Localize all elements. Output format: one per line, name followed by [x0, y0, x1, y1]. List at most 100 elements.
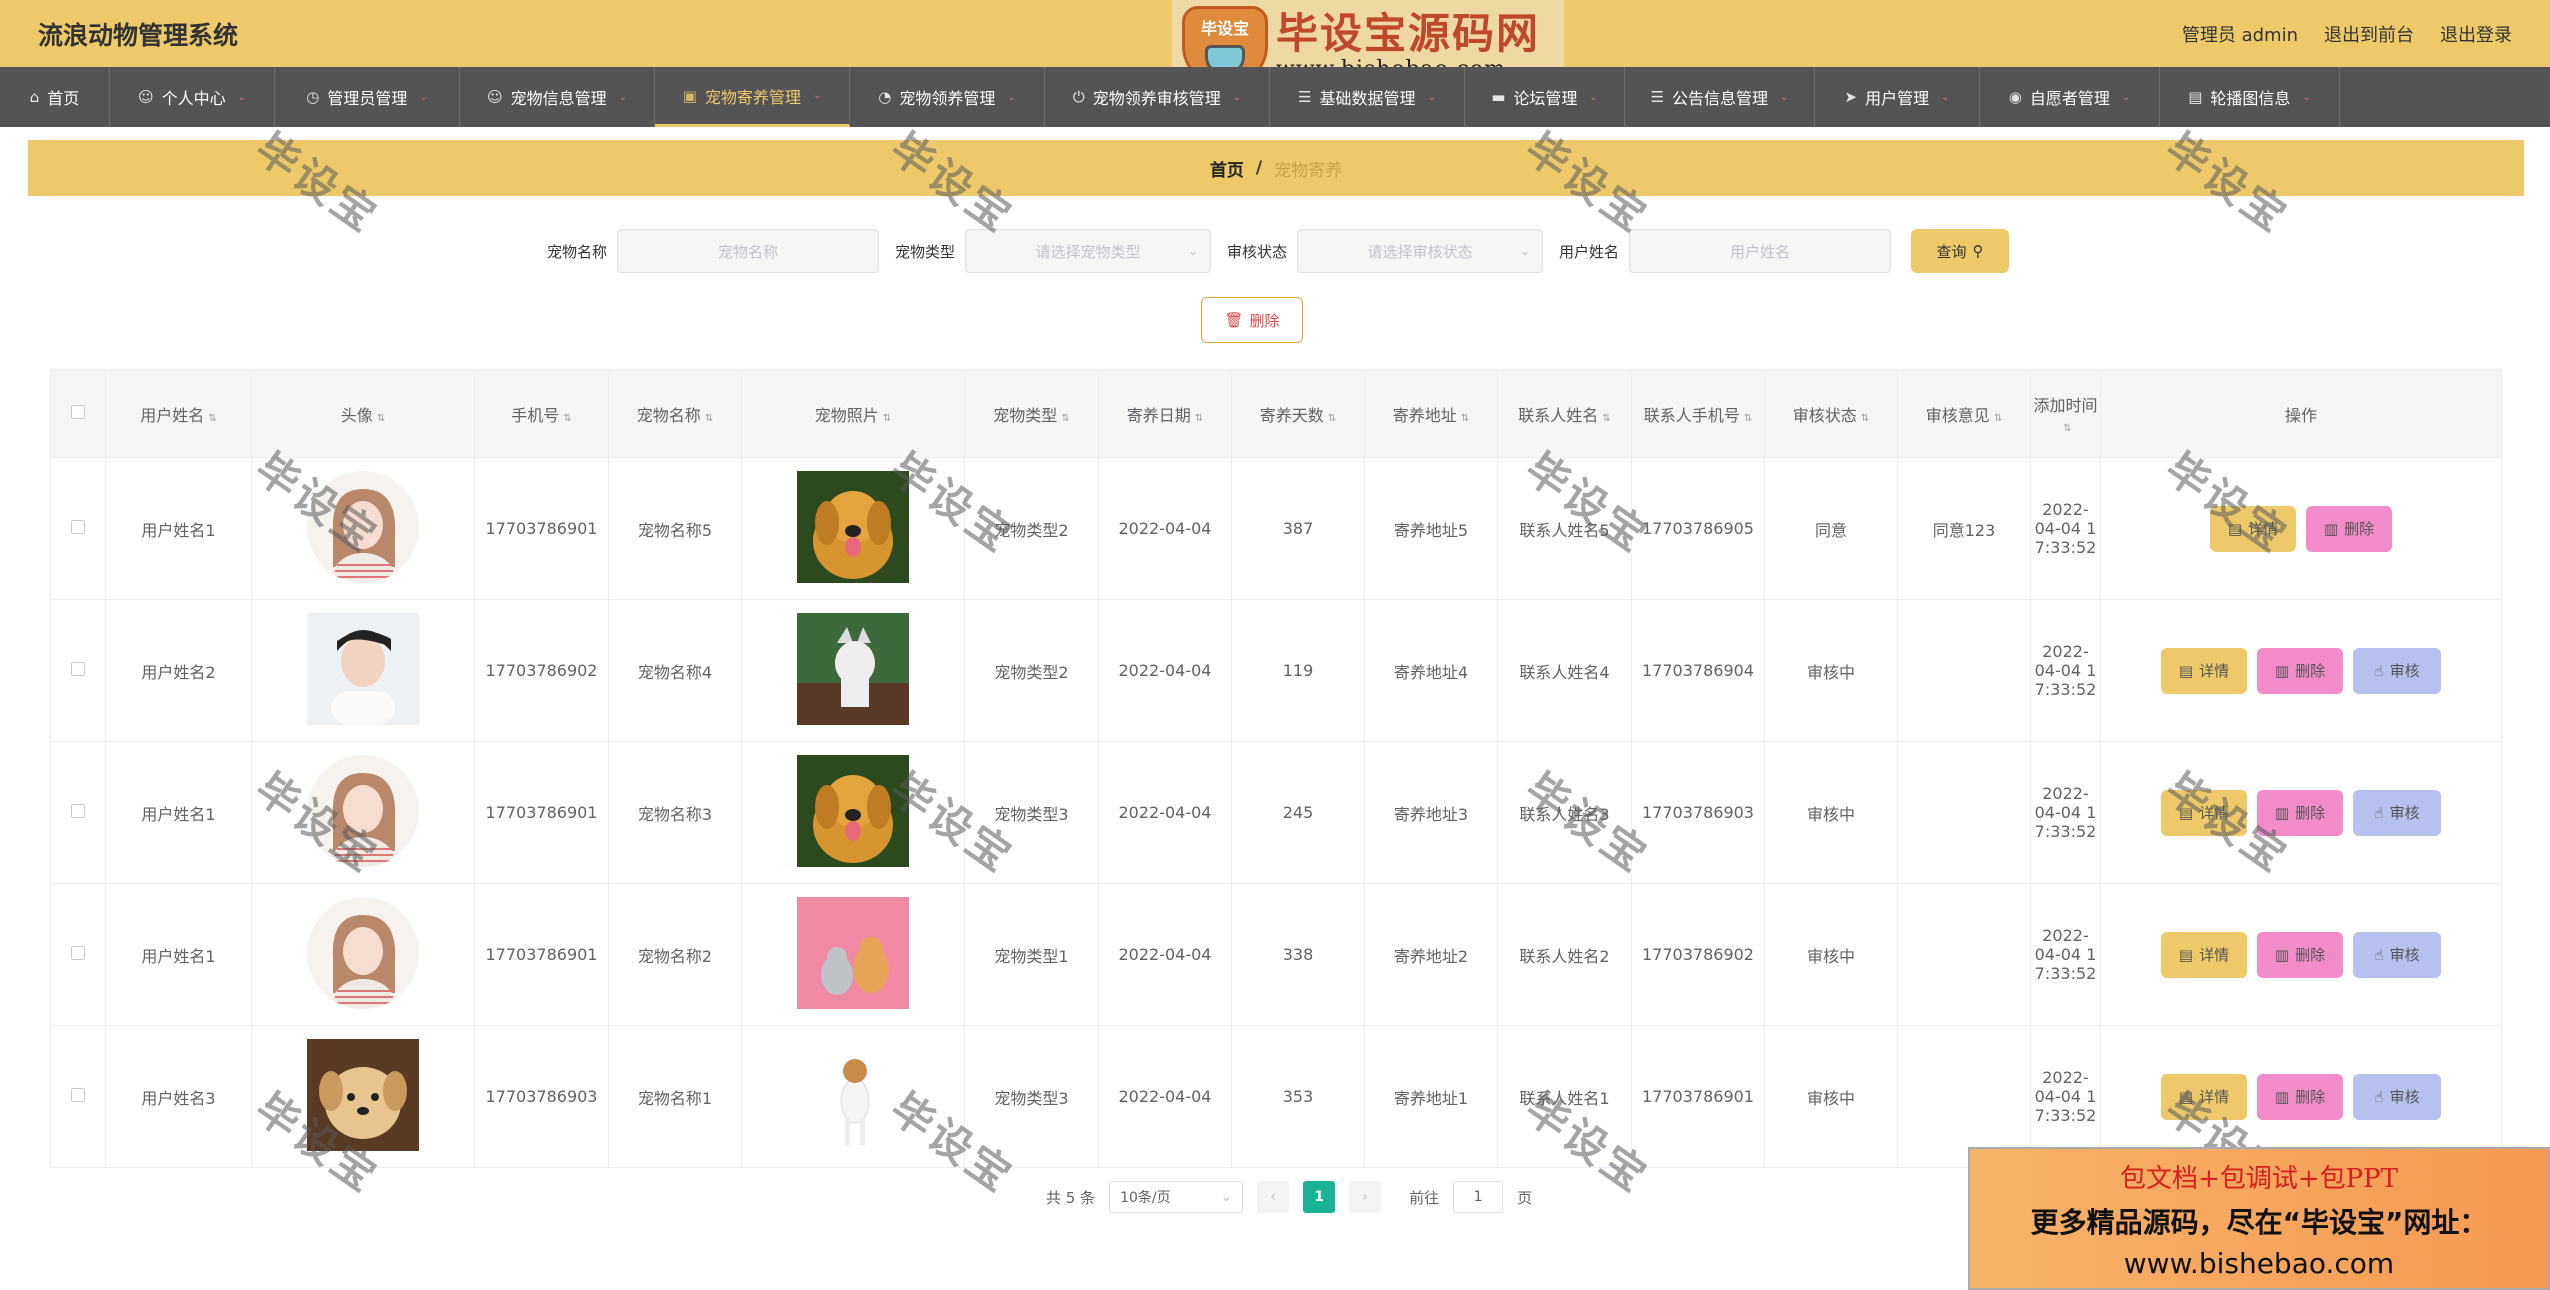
- table-cell: 17703786901: [474, 741, 609, 884]
- column-header[interactable]: 联系人手机号 ⇅: [1631, 369, 1765, 458]
- sort-icon[interactable]: ⇅: [1061, 413, 1069, 424]
- user-name-input[interactable]: 用户姓名: [1629, 229, 1892, 273]
- sort-icon[interactable]: ⇅: [208, 413, 216, 424]
- nav-item-3[interactable]: ☺ 宠物信息管理 ⌄: [460, 67, 655, 127]
- table-cell: 宠物名称2: [608, 883, 742, 1026]
- detail-button[interactable]: ▤ 详情: [2161, 789, 2247, 836]
- sort-icon[interactable]: ⇅: [1861, 413, 1869, 424]
- audit-status-select[interactable]: 请选择审核状态 ⌄: [1297, 229, 1544, 273]
- next-page-button[interactable]: ›: [1349, 1181, 1382, 1213]
- sort-icon[interactable]: ⇅: [883, 413, 891, 424]
- nav-item-8[interactable]: ▬ 论坛管理 ⌄: [1465, 67, 1625, 127]
- detail-button[interactable]: ▤ 详情: [2210, 505, 2296, 552]
- detail-button[interactable]: ▤ 详情: [2161, 647, 2247, 694]
- query-button[interactable]: 查询 ⚲: [1911, 229, 2010, 273]
- nav-item-1[interactable]: ☺ 个人中心 ⌄: [110, 67, 275, 127]
- column-header[interactable]: 寄养天数 ⇅: [1231, 369, 1365, 458]
- column-header[interactable]: 手机号 ⇅: [474, 369, 609, 458]
- pagination: 共 5 条 10条/页 ⌄ ‹ 1 › 前往 1 页: [1046, 1180, 1532, 1214]
- column-header[interactable]: 用户姓名 ⇅: [105, 369, 252, 458]
- table-cell: 联系人姓名5: [1497, 457, 1632, 600]
- column-header[interactable]: 寄养日期 ⇅: [1098, 369, 1232, 458]
- header-links: 管理员 admin 退出到前台 退出登录: [2182, 21, 2512, 47]
- column-header[interactable]: 宠物类型 ⇅: [964, 369, 1099, 458]
- nav-item-10[interactable]: ➤ 用户管理 ⌄: [1815, 67, 1980, 127]
- delete-button[interactable]: ▥ 删除: [2257, 647, 2343, 694]
- row-checkbox[interactable]: [71, 520, 85, 534]
- audit-button[interactable]: ☝ 审核: [2353, 789, 2441, 836]
- page-size-value: 10条/页: [1120, 1190, 1171, 1206]
- detail-label: 详情: [2199, 804, 2230, 822]
- column-header-label: 添加时间: [2033, 396, 2098, 415]
- logout-link[interactable]: 退出登录: [2440, 21, 2512, 47]
- sort-icon[interactable]: ⇅: [1461, 413, 1469, 424]
- column-header[interactable]: 宠物照片 ⇅: [741, 369, 965, 458]
- table-cell: 寄养地址3: [1364, 741, 1498, 884]
- row-checkbox[interactable]: [71, 946, 85, 960]
- back-to-front-link[interactable]: 退出到前台: [2324, 21, 2414, 47]
- audit-button[interactable]: ☝ 审核: [2353, 647, 2441, 694]
- nav-item-label: 个人中心: [161, 89, 226, 108]
- page-size-select[interactable]: 10条/页 ⌄: [1109, 1181, 1244, 1213]
- sort-icon[interactable]: ⇅: [1602, 413, 1610, 424]
- sort-icon[interactable]: ⇅: [1195, 413, 1203, 424]
- column-header[interactable]: 联系人姓名 ⇅: [1497, 369, 1632, 458]
- table-cell: 17703786901: [474, 457, 609, 600]
- column-header-label: 头像: [340, 405, 373, 425]
- nav-item-5[interactable]: ◔ 宠物领养管理 ⌄: [850, 67, 1045, 127]
- column-header[interactable]: 寄养地址 ⇅: [1364, 369, 1498, 458]
- delete-button[interactable]: ▥ 删除: [2257, 1073, 2343, 1120]
- pet-name-input[interactable]: 宠物名称: [616, 229, 879, 273]
- delete-button[interactable]: ▥ 删除: [2257, 931, 2343, 978]
- audit-button[interactable]: ☝ 审核: [2353, 931, 2441, 978]
- column-header[interactable]: 头像 ⇅: [251, 369, 475, 458]
- pet-type-select[interactable]: 请选择宠物类型 ⌄: [965, 229, 1211, 273]
- table-cell: 寄养地址4: [1364, 599, 1498, 742]
- batch-delete-button[interactable]: 🗑 删除: [1201, 297, 1303, 343]
- detail-button[interactable]: ▤ 详情: [2161, 1073, 2247, 1120]
- row-actions-cell: ▤ 详情 ▥ 删除: [2100, 457, 2502, 600]
- promo-banner[interactable]: 包文档+包调试+包PPT 更多精品源码，尽在“毕设宝”网址： www.bishe…: [1968, 1147, 2550, 1290]
- column-header[interactable]: 审核意见 ⇅: [1897, 369, 2031, 458]
- nav-item-0[interactable]: ⌂ 首页: [0, 67, 110, 127]
- nav-item-2[interactable]: ◷ 管理员管理 ⌄: [275, 67, 460, 127]
- sort-icon[interactable]: ⇅: [1328, 413, 1336, 424]
- user-name-label: 用户姓名: [1559, 242, 1620, 261]
- delete-button[interactable]: ▥ 删除: [2257, 789, 2343, 836]
- column-header[interactable]: 审核状态 ⇅: [1764, 369, 1898, 458]
- detail-button[interactable]: ▤ 详情: [2161, 931, 2247, 978]
- table-cell: 2022-04-04: [1098, 883, 1232, 1026]
- nav-item-11[interactable]: ◉ 自愿者管理 ⌄: [1980, 67, 2160, 127]
- select-all-checkbox[interactable]: [71, 405, 85, 419]
- trash-icon: ▥: [2323, 519, 2339, 538]
- nav-item-12[interactable]: ▤ 轮播图信息 ⌄: [2160, 67, 2340, 127]
- prev-page-button[interactable]: ‹: [1257, 1181, 1290, 1213]
- audit-button[interactable]: ☝ 审核: [2353, 1073, 2441, 1120]
- row-checkbox[interactable]: [71, 1088, 85, 1102]
- promo-line2: 更多精品源码，尽在“毕设宝”网址：: [2030, 1205, 2488, 1239]
- page-suffix: 页: [1517, 1188, 1533, 1207]
- nav-item-6[interactable]: ⏻ 宠物领养审核管理 ⌄: [1045, 67, 1270, 127]
- sort-icon[interactable]: ⇅: [1744, 413, 1752, 424]
- nav-item-4[interactable]: ▣ 宠物寄养管理 ⌄: [655, 67, 850, 127]
- table-cell: 17703786904: [1631, 599, 1765, 742]
- table-cell: 宠物名称3: [608, 741, 742, 884]
- breadcrumb-home[interactable]: 首页: [1210, 156, 1244, 181]
- delete-button[interactable]: ▥ 删除: [2306, 505, 2392, 552]
- table-cell: 同意123: [1897, 457, 2031, 600]
- sort-icon[interactable]: ⇅: [563, 413, 571, 424]
- column-header[interactable]: 宠物名称 ⇅: [608, 369, 742, 458]
- goto-page-input[interactable]: 1: [1453, 1181, 1504, 1213]
- cell-contact: 联系人姓名5: [1519, 520, 1610, 540]
- row-checkbox[interactable]: [71, 804, 85, 818]
- sort-icon[interactable]: ⇅: [1994, 413, 2002, 424]
- cell-phone: 17703786903: [485, 1087, 598, 1106]
- sort-icon[interactable]: ⇅: [377, 413, 385, 424]
- row-checkbox[interactable]: [71, 662, 85, 676]
- sort-icon[interactable]: ⇅: [2063, 423, 2071, 434]
- nav-item-9[interactable]: ☰ 公告信息管理 ⌄: [1625, 67, 1815, 127]
- nav-item-7[interactable]: ☰ 基础数据管理 ⌄: [1270, 67, 1465, 127]
- sort-icon[interactable]: ⇅: [705, 413, 713, 424]
- page-number-current[interactable]: 1: [1303, 1181, 1336, 1213]
- column-header[interactable]: 添加时间 ⇅: [2030, 369, 2101, 458]
